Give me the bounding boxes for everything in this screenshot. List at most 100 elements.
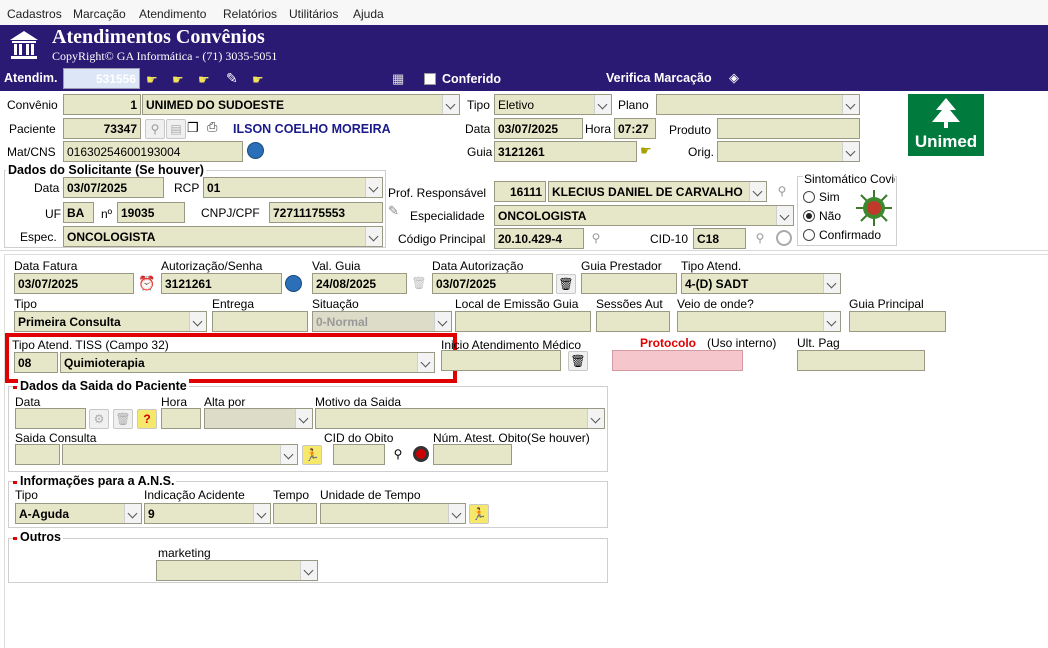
unidade-tempo-select[interactable] — [320, 503, 466, 524]
num-atest-field[interactable] — [433, 444, 512, 465]
autorizacao-globe-icon[interactable] — [285, 275, 302, 292]
convenio-code-field[interactable]: 1 — [63, 94, 141, 115]
indicacao-select[interactable]: 9 — [144, 503, 271, 524]
pen-icon[interactable]: ✎ — [388, 203, 399, 219]
protocolo-sub-label: (Uso interno) — [707, 336, 777, 350]
rcp-select[interactable]: 01 — [203, 177, 383, 198]
guia-prestador-field[interactable] — [581, 273, 677, 294]
guia-field[interactable]: 3121261 — [494, 141, 637, 162]
tipo-consulta-select[interactable]: Primeira Consulta — [14, 311, 207, 332]
covid-nao-radio[interactable] — [803, 210, 815, 222]
inicio-atendimento-field[interactable] — [441, 350, 561, 371]
matcns-field[interactable]: 01630254600193004 — [63, 141, 243, 162]
saida-consulta-select[interactable] — [62, 444, 298, 465]
convenio-name-select[interactable]: UNIMED DO SUDOESTE — [142, 94, 460, 115]
hora-field[interactable]: 07:27 — [614, 118, 656, 139]
produto-field[interactable] — [717, 118, 860, 139]
menu-marcacao[interactable]: Marcação — [73, 7, 126, 21]
ans-tipo-select[interactable]: A-Aguda — [15, 503, 142, 524]
saida-trash-icon[interactable]: 🗑 — [113, 409, 133, 429]
covid-confirmado-radio[interactable] — [803, 229, 815, 241]
saida-data-field[interactable] — [15, 408, 86, 429]
data-autorizacao-label: Data Autorização — [432, 259, 524, 273]
codigo-search-icon[interactable]: ⚲ — [586, 229, 606, 249]
nav-first-icon[interactable]: ☛ — [146, 72, 158, 88]
nav-edit-icon[interactable]: ✎ — [226, 70, 238, 87]
data-field[interactable]: 03/07/2025 — [494, 118, 583, 139]
prof-name-select[interactable]: KLECIUS DANIEL DE CARVALHO — [548, 181, 767, 202]
search-patient-icon[interactable]: ⚲ — [145, 119, 165, 139]
situacao-label: Situação — [312, 297, 359, 311]
orig-select[interactable] — [717, 141, 860, 162]
cid-clear-icon[interactable] — [776, 230, 792, 246]
covid-title: Sintomático Covid — [803, 172, 895, 186]
local-emissao-field[interactable] — [455, 311, 591, 332]
covid-sim-radio[interactable] — [803, 191, 815, 203]
tipo-atend-select[interactable]: 4-(D) SADT — [681, 273, 841, 294]
nav-last-icon[interactable]: ☛ — [252, 72, 264, 88]
veio-select[interactable] — [677, 311, 841, 332]
saida-clock-icon[interactable]: ⚙ — [89, 409, 109, 429]
guia-principal-field[interactable] — [849, 311, 946, 332]
calculator-icon[interactable]: ▦ — [392, 71, 404, 87]
saida-run-icon[interactable]: 🏃 — [302, 445, 322, 465]
cid-obito-record-icon[interactable] — [413, 446, 429, 462]
val-guia-trash-icon[interactable]: 🗑 — [409, 274, 429, 294]
paciente-code-field[interactable]: 73347 — [63, 118, 141, 139]
ans-run-icon[interactable]: 🏃 — [469, 504, 489, 524]
saida-consulta-field[interactable] — [15, 444, 60, 465]
cid-search-icon[interactable]: ⚲ — [750, 229, 770, 249]
menu-ajuda[interactable]: Ajuda — [353, 7, 384, 21]
solicitante-data-field[interactable]: 03/07/2025 — [63, 177, 164, 198]
unimed-logo: Unimed — [908, 94, 984, 156]
banner-title: Atendimentos Convênios — [52, 26, 265, 48]
verifica-icon[interactable]: ◈ — [729, 70, 739, 86]
alta-por-select[interactable] — [204, 408, 313, 429]
menu-utilitarios[interactable]: Utilitários — [289, 7, 338, 21]
ult-pag-field[interactable] — [797, 350, 925, 371]
prof-code-field[interactable]: 16111 — [494, 181, 546, 202]
protocolo-field[interactable] — [612, 350, 743, 371]
autorizacao-field[interactable]: 3121261 — [161, 273, 282, 294]
val-guia-field[interactable]: 24/08/2025 — [312, 273, 407, 294]
saida-hora-field[interactable] — [161, 408, 201, 429]
n-field[interactable]: 19035 — [117, 202, 185, 223]
data-fatura-field[interactable]: 03/07/2025 — [14, 273, 134, 294]
saida-help-icon[interactable]: ? — [137, 409, 157, 429]
globe-icon[interactable] — [247, 142, 264, 159]
menu-relatorios[interactable]: Relatórios — [223, 7, 277, 21]
cid-obito-field[interactable] — [333, 444, 385, 465]
cid-obito-search-icon[interactable]: ⚲ — [388, 445, 408, 465]
nav-prev-icon[interactable]: ☛ — [172, 72, 184, 88]
codigo-principal-field[interactable]: 20.10.429-4 — [494, 228, 584, 249]
nav-new-icon[interactable]: ☛ — [198, 72, 210, 88]
sessoes-field[interactable] — [596, 311, 670, 332]
situacao-select[interactable]: 0-Normal — [312, 311, 452, 332]
motivo-saida-select[interactable] — [315, 408, 605, 429]
alarm-clock-icon[interactable]: ⏰ — [137, 274, 157, 294]
copy-icon[interactable]: ❐ — [187, 120, 199, 136]
print-icon[interactable]: ⎙ — [207, 119, 217, 135]
conferido-checkbox[interactable] — [424, 73, 436, 85]
solicitante-espec-select[interactable]: ONCOLOGISTA — [63, 226, 383, 247]
tipo-select[interactable]: Eletivo — [494, 94, 612, 115]
atendim-field[interactable]: 531556 — [63, 68, 140, 89]
menu-cadastros[interactable]: Cadastros — [7, 7, 62, 21]
inicio-trash-icon[interactable]: 🗑 — [568, 351, 588, 371]
document-icon[interactable]: ▤ — [166, 119, 186, 139]
cid10-field[interactable]: C18 — [693, 228, 746, 249]
tempo-field[interactable] — [273, 503, 317, 524]
data-autorizacao-field[interactable]: 03/07/2025 — [432, 273, 553, 294]
data-autorizacao-trash-icon[interactable]: 🗑 — [556, 274, 576, 294]
menu-atendimento[interactable]: Atendimento — [139, 7, 206, 21]
entrega-field[interactable] — [212, 311, 308, 332]
cnpj-field[interactable]: 72711175553 — [269, 202, 383, 223]
especialidade-select[interactable]: ONCOLOGISTA — [494, 205, 794, 226]
guia-pointer-icon[interactable]: ☛ — [640, 143, 652, 159]
uf-field[interactable]: BA — [63, 202, 94, 223]
verifica-marcacao-label[interactable]: Verifica Marcação — [606, 71, 712, 85]
prof-search-icon[interactable]: ⚲ — [772, 182, 792, 202]
plano-select[interactable] — [656, 94, 860, 115]
marketing-select[interactable] — [156, 560, 318, 581]
convenio-label: Convênio — [7, 98, 58, 112]
